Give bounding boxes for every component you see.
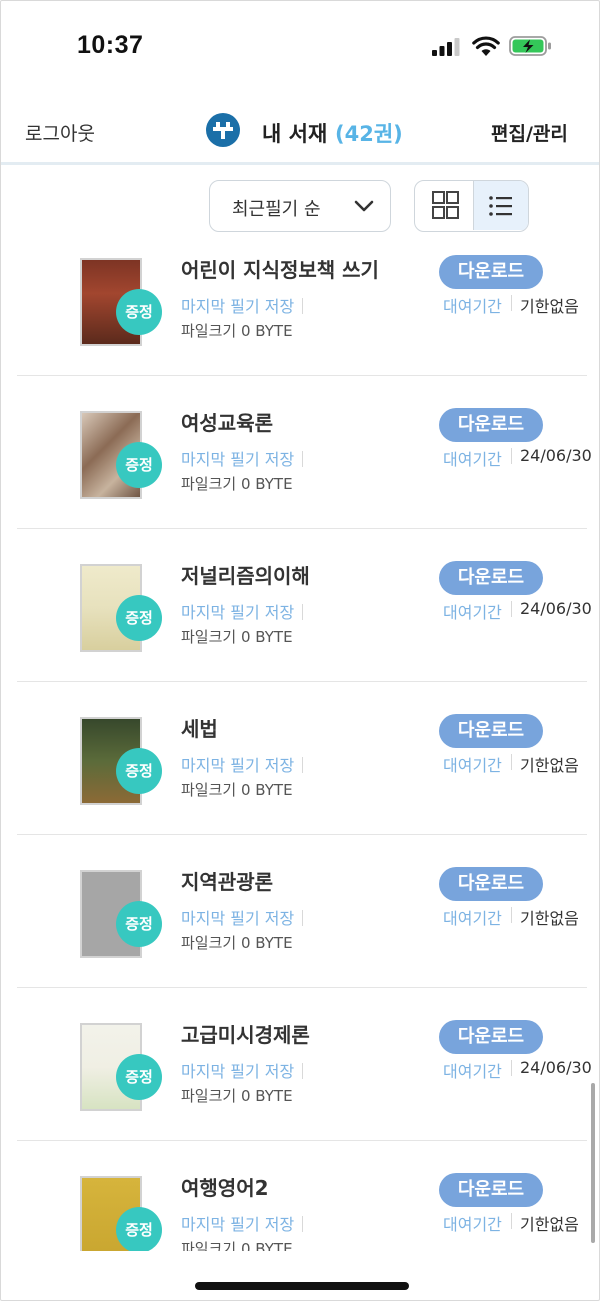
rental-period-value: 24/06/30	[520, 1058, 592, 1077]
edit-manage-button[interactable]: 편집/관리	[491, 119, 568, 146]
book-title: 세법	[181, 717, 218, 741]
cellular-signal-icon	[432, 38, 460, 56]
book-list: 증정 어린이 지식정보책 쓰기 마지막 필기 저장 파일크기 0 BYTE 다운…	[1, 241, 599, 1251]
book-title: 여성교육론	[181, 411, 273, 435]
app-logo-icon	[206, 113, 240, 147]
gift-badge: 증정	[116, 442, 162, 488]
rental-period-value: 기한없음	[520, 297, 579, 316]
book-row[interactable]: 증정 여성교육론 마지막 필기 저장 파일크기 0 BYTE 다운로드 대여기간…	[17, 376, 592, 529]
file-size: 파일크기 0 BYTE	[181, 628, 293, 646]
book-row[interactable]: 증정 저널리즘의이해 마지막 필기 저장 파일크기 0 BYTE 다운로드 대여…	[17, 529, 592, 682]
logout-button[interactable]: 로그아웃	[25, 119, 95, 146]
book-row[interactable]: 증정 세법 마지막 필기 저장 파일크기 0 BYTE 다운로드 대여기간 기한…	[17, 682, 587, 835]
sort-selected-label: 최근필기 순	[232, 199, 321, 220]
book-count: (42권)	[335, 122, 403, 146]
gift-badge: 증정	[116, 901, 162, 947]
last-note-saved-link[interactable]: 마지막 필기 저장	[181, 1058, 303, 1082]
last-note-saved-link[interactable]: 마지막 필기 저장	[181, 446, 303, 470]
file-size: 파일크기 0 BYTE	[181, 781, 293, 799]
gift-badge: 증정	[116, 1207, 162, 1251]
rental-period-value: 기한없음	[520, 909, 579, 928]
last-note-saved-link[interactable]: 마지막 필기 저장	[181, 293, 303, 317]
book-title: 고급미시경제론	[181, 1023, 310, 1047]
file-size: 파일크기 0 BYTE	[181, 934, 293, 952]
rental-period-label: 대여기간	[443, 297, 502, 316]
last-note-saved-link[interactable]: 마지막 필기 저장	[181, 905, 303, 929]
download-button[interactable]: 다운로드	[439, 561, 543, 595]
wifi-icon	[472, 36, 500, 56]
divider	[511, 295, 512, 311]
rental-period-label: 대여기간	[443, 756, 502, 775]
book-title: 어린이 지식정보책 쓰기	[181, 258, 379, 282]
last-note-saved-link[interactable]: 마지막 필기 저장	[181, 1211, 303, 1235]
rental-period-label: 대여기간	[443, 1215, 502, 1234]
book-row[interactable]: 증정 여행영어2 마지막 필기 저장 파일크기 0 BYTE 다운로드 대여기간…	[17, 1141, 587, 1251]
scrollbar[interactable]	[591, 1083, 595, 1243]
download-button[interactable]: 다운로드	[439, 255, 543, 289]
divider	[511, 907, 512, 923]
book-row[interactable]: 증정 어린이 지식정보책 쓰기 마지막 필기 저장 파일크기 0 BYTE 다운…	[17, 241, 587, 376]
rental-period-value: 기한없음	[520, 756, 579, 775]
list-view-button[interactable]	[473, 181, 528, 230]
app-header: 로그아웃 내 서재 (42권) 편집/관리	[1, 93, 599, 165]
divider	[511, 754, 512, 770]
grid-icon	[432, 191, 459, 219]
download-button[interactable]: 다운로드	[439, 408, 543, 442]
status-bar: 10:37	[1, 1, 599, 93]
sort-dropdown[interactable]: 최근필기 순	[209, 180, 391, 232]
rental-period-label: 대여기간	[443, 909, 502, 928]
divider	[511, 1060, 512, 1076]
gift-badge: 증정	[116, 289, 162, 335]
file-size: 파일크기 0 BYTE	[181, 475, 293, 493]
battery-charging-icon	[509, 36, 551, 56]
file-size: 파일크기 0 BYTE	[181, 322, 293, 340]
rental-period-value: 24/06/30	[520, 599, 592, 618]
grid-view-button[interactable]	[415, 181, 473, 230]
status-time: 10:37	[77, 31, 144, 59]
list-icon	[489, 196, 512, 216]
book-row[interactable]: 증정 지역관광론 마지막 필기 저장 파일크기 0 BYTE 다운로드 대여기간…	[17, 835, 587, 988]
book-title: 여행영어2	[181, 1176, 269, 1200]
last-note-saved-link[interactable]: 마지막 필기 저장	[181, 599, 303, 623]
rental-period-value: 기한없음	[520, 1215, 579, 1234]
rental-period-label: 대여기간	[443, 450, 502, 469]
gift-badge: 증정	[116, 1054, 162, 1100]
file-size: 파일크기 0 BYTE	[181, 1087, 293, 1105]
divider	[511, 601, 512, 617]
rental-period-label: 대여기간	[443, 603, 502, 622]
download-button[interactable]: 다운로드	[439, 867, 543, 901]
chevron-down-icon	[354, 200, 374, 212]
book-title: 저널리즘의이해	[181, 564, 310, 588]
last-note-saved-link[interactable]: 마지막 필기 저장	[181, 752, 303, 776]
divider	[511, 1213, 512, 1229]
app-screen: 10:37 로그아웃 내 서재 (42권) 편집/관리 최근필기 순 증정 어린…	[0, 0, 600, 1301]
book-row[interactable]: 증정 고급미시경제론 마지막 필기 저장 파일크기 0 BYTE 다운로드 대여…	[17, 988, 592, 1141]
gift-badge: 증정	[116, 595, 162, 641]
divider	[511, 448, 512, 464]
book-title: 지역관광론	[181, 870, 273, 894]
download-button[interactable]: 다운로드	[439, 714, 543, 748]
gift-badge: 증정	[116, 748, 162, 794]
page-title: 내 서재	[262, 122, 328, 146]
home-indicator[interactable]	[195, 1282, 409, 1290]
rental-period-label: 대여기간	[443, 1062, 502, 1081]
file-size: 파일크기 0 BYTE	[181, 1240, 293, 1251]
rental-period-value: 24/06/30	[520, 446, 592, 465]
download-button[interactable]: 다운로드	[439, 1020, 543, 1054]
view-mode-toggle	[414, 180, 529, 232]
download-button[interactable]: 다운로드	[439, 1173, 543, 1207]
